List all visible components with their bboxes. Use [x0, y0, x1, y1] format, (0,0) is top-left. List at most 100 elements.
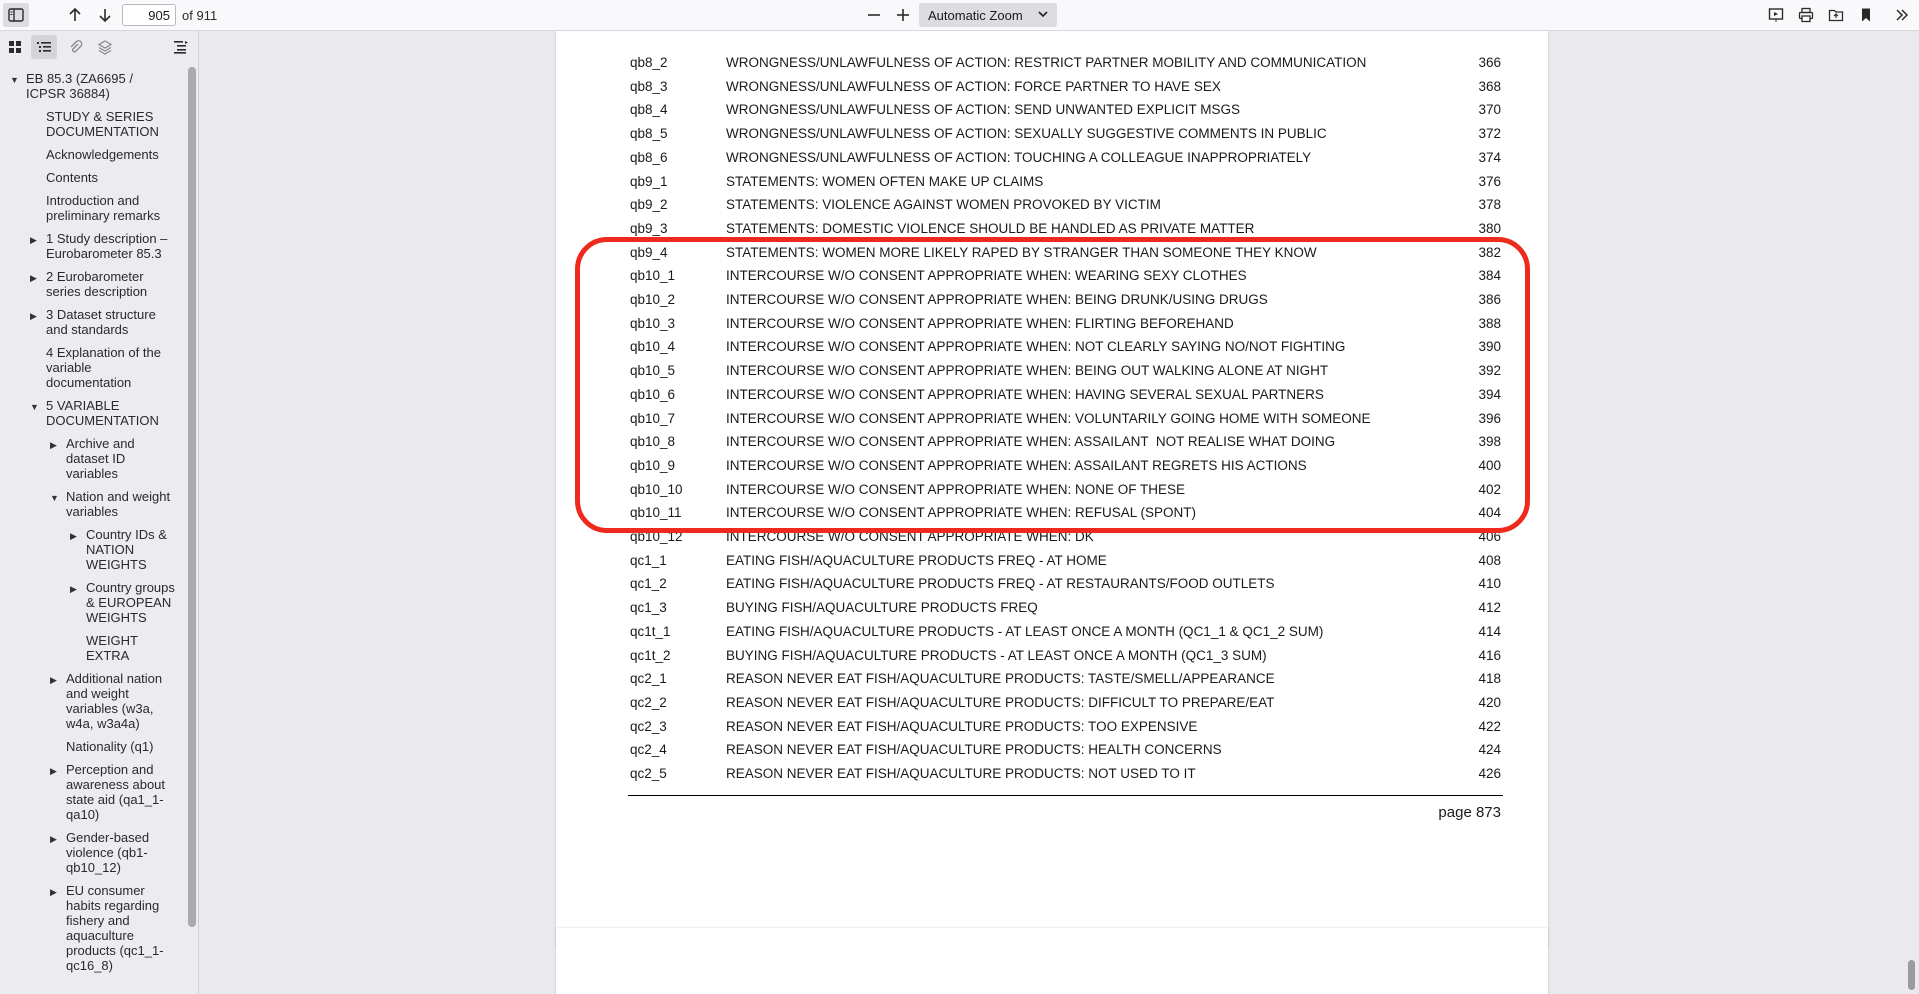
table-row: qc2_1 REASON NEVER EAT FISH/AQUACULTURE P…: [556, 671, 1548, 691]
collapsed-triangle-icon[interactable]: ▶: [50, 764, 57, 779]
collapsed-triangle-icon[interactable]: ▶: [50, 832, 57, 847]
table-row: qb9_1 STATEMENTS: WOMEN OFTEN MAKE UP CLA…: [556, 174, 1548, 194]
table-row: qb8_5 WRONGNESS/UNLAWFULNESS OF ACTION: S…: [556, 126, 1548, 146]
collapsed-triangle-icon[interactable]: ▶: [70, 529, 77, 544]
outline-item-label: Gender-based violence (qb1-qb10_12): [66, 830, 150, 875]
outline-item-label: Contents: [46, 170, 99, 185]
chevron-down-icon: [1037, 8, 1049, 23]
outline-item-label: 1 Study description – Eurobarometer 85.3: [46, 231, 168, 261]
outline-icon[interactable]: [31, 35, 57, 59]
variable-name: qb9_3: [630, 220, 668, 236]
variable-label: REASON NEVER EAT FISH/AQUACULTURE PRODUC…: [726, 718, 1198, 734]
variable-page: 378: [1478, 197, 1501, 213]
layers-icon[interactable]: [92, 35, 118, 59]
variable-name: qc1_1: [630, 552, 667, 568]
variable-name: qb8_6: [630, 149, 668, 165]
variable-label: STATEMENTS: VIOLENCE AGAINST WOMEN PROVO…: [726, 197, 1161, 213]
variable-label: WRONGNESS/UNLAWFULNESS OF ACTION: FORCE …: [726, 78, 1221, 94]
page-number-input[interactable]: [122, 4, 176, 26]
collapsed-triangle-icon[interactable]: ▶: [50, 885, 57, 900]
attachments-icon[interactable]: [62, 35, 88, 59]
table-row: qc1_1 EATING FISH/AQUACULTURE PRODUCTS FR…: [556, 553, 1548, 573]
variable-name: qb9_1: [630, 173, 668, 189]
pdf-page-next: [556, 928, 1548, 994]
variable-name: qb8_5: [630, 126, 668, 142]
toolbar: of 911 Automatic Zoom: [0, 0, 1919, 31]
table-row: qc1_2 EATING FISH/AQUACULTURE PRODUCTS FR…: [556, 576, 1548, 596]
expanded-triangle-icon[interactable]: ▼: [10, 73, 19, 88]
sidebar-scrollbar[interactable]: [188, 67, 196, 927]
variable-page: 366: [1478, 55, 1501, 70]
collapsed-triangle-icon[interactable]: ▶: [30, 309, 37, 324]
variable-name: qb8_3: [630, 78, 668, 94]
table-row: qb8_3 WRONGNESS/UNLAWFULNESS OF ACTION: F…: [556, 79, 1548, 99]
variable-page: 420: [1478, 694, 1501, 710]
variable-label: REASON NEVER EAT FISH/AQUACULTURE PRODUC…: [726, 742, 1222, 758]
print-icon[interactable]: [1793, 3, 1819, 27]
outline-item-label: 4 Explanation of the variable documentat…: [46, 345, 161, 390]
variable-label: WRONGNESS/UNLAWFULNESS OF ACTION: SEND U…: [726, 102, 1241, 118]
variable-label: BUYING FISH/AQUACULTURE PRODUCTS - AT LE…: [726, 647, 1267, 663]
collapsed-triangle-icon[interactable]: ▶: [50, 438, 57, 453]
collapsed-triangle-icon[interactable]: ▶: [50, 673, 57, 688]
variable-name: qb8_4: [630, 102, 668, 118]
footer-rule: [628, 795, 1503, 796]
variable-label: WRONGNESS/UNLAWFULNESS OF ACTION: RESTRI…: [726, 55, 1367, 70]
variable-page: 426: [1478, 766, 1501, 781]
arrow-down-icon[interactable]: [92, 3, 118, 27]
presentation-icon[interactable]: [1763, 3, 1789, 27]
variable-page: 370: [1478, 102, 1501, 118]
variable-page: 376: [1478, 173, 1501, 189]
table-row: qb8_4 WRONGNESS/UNLAWFULNESS OF ACTION: S…: [556, 102, 1548, 122]
viewer-scrollbar[interactable]: [1908, 960, 1915, 990]
bookmark-icon[interactable]: [1853, 3, 1879, 27]
variable-label: REASON NEVER EAT FISH/AQUACULTURE PRODUC…: [726, 671, 1275, 687]
document-outline: ▼ EB 85.3 (ZA6695 / ICPSR 36884) STUDY & S…: [0, 67, 186, 994]
variable-page: 422: [1478, 718, 1501, 734]
outline-item-label: Country IDs & NATION WEIGHTS: [86, 527, 167, 572]
outline-item-label: EU consumer habits regarding fishery and…: [66, 883, 164, 973]
variable-label: STATEMENTS: DOMESTIC VIOLENCE SHOULD BE …: [726, 220, 1255, 236]
outline-item-label: Additional nation and weight variables (…: [66, 671, 163, 731]
variable-page: 424: [1478, 742, 1501, 758]
variable-name: qc2_4: [630, 742, 667, 758]
table-row: qc2_5 REASON NEVER EAT FISH/AQUACULTURE P…: [556, 766, 1548, 786]
double-chevron-icon[interactable]: [1889, 3, 1915, 27]
table-row: qb8_2 WRONGNESS/UNLAWFULNESS OF ACTION: R…: [556, 55, 1548, 75]
variable-label: WRONGNESS/UNLAWFULNESS OF ACTION: SEXUAL…: [726, 126, 1327, 142]
outline-item-label: Nation and weight variables: [66, 489, 171, 519]
collapsed-triangle-icon[interactable]: ▶: [70, 582, 77, 597]
variable-name: qc2_1: [630, 671, 667, 687]
arrow-up-icon[interactable]: [62, 3, 88, 27]
variable-label: REASON NEVER EAT FISH/AQUACULTURE PRODUC…: [726, 766, 1196, 781]
table-row: qc2_2 REASON NEVER EAT FISH/AQUACULTURE P…: [556, 695, 1548, 715]
collapsed-triangle-icon[interactable]: ▶: [30, 233, 37, 248]
outline-item-label: Perception and awareness about state aid…: [66, 762, 166, 822]
sidebar-toggle-icon[interactable]: [3, 3, 29, 27]
thumbnails-icon[interactable]: [2, 35, 28, 59]
table-row: qc2_3 REASON NEVER EAT FISH/AQUACULTURE P…: [556, 719, 1548, 739]
variable-label: EATING FISH/AQUACULTURE PRODUCTS - AT LE…: [726, 623, 1324, 639]
table-row: qc1_3 BUYING FISH/AQUACULTURE PRODUCTS FR…: [556, 600, 1548, 620]
table-row: qb9_2 STATEMENTS: VIOLENCE AGAINST WOMEN …: [556, 197, 1548, 217]
page-footer-number: page 873: [1438, 804, 1501, 821]
table-row: qc2_4 REASON NEVER EAT FISH/AQUACULTURE P…: [556, 742, 1548, 762]
table-row: qc1t_2 BUYING FISH/AQUACULTURE PRODUCTS -…: [556, 648, 1548, 668]
find-current-outline-icon[interactable]: [168, 35, 194, 59]
variable-name: qc2_5: [630, 766, 667, 781]
zoom-in-icon[interactable]: [890, 3, 916, 27]
variable-label: WRONGNESS/UNLAWFULNESS OF ACTION: TOUCHI…: [726, 149, 1312, 165]
zoom-out-icon[interactable]: [861, 3, 887, 27]
zoom-select[interactable]: Automatic Zoom: [919, 3, 1057, 27]
outline-item-label: 3 Dataset structure and standards: [46, 307, 156, 337]
table-row: qc1t_1 EATING FISH/AQUACULTURE PRODUCTS -…: [556, 624, 1548, 644]
open-file-icon[interactable]: [1823, 3, 1849, 27]
variable-label: REASON NEVER EAT FISH/AQUACULTURE PRODUC…: [726, 694, 1275, 710]
expanded-triangle-icon[interactable]: ▼: [50, 491, 59, 506]
expanded-triangle-icon[interactable]: ▼: [30, 400, 39, 415]
page-count: of 911: [182, 8, 218, 23]
variable-label: BUYING FISH/AQUACULTURE PRODUCTS FREQ: [726, 600, 1038, 616]
collapsed-triangle-icon[interactable]: ▶: [30, 271, 37, 286]
sidebar: ▼ EB 85.3 (ZA6695 / ICPSR 36884) STUDY & S…: [0, 31, 199, 994]
outline-item-label: EB 85.3 (ZA6695 / ICPSR 36884): [26, 71, 133, 101]
